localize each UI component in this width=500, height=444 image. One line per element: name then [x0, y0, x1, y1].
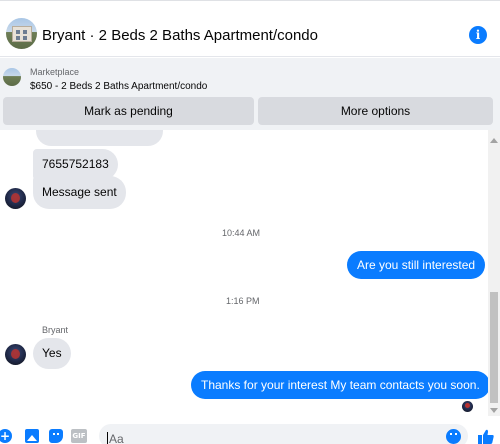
- scroll-up-arrow-icon[interactable]: [490, 138, 498, 143]
- sender-avatar[interactable]: [5, 344, 26, 365]
- message-bubble-outgoing[interactable]: Thanks for your interest My team contact…: [191, 371, 488, 399]
- sticker-icon[interactable]: [49, 429, 63, 443]
- gif-icon[interactable]: GIF: [71, 429, 87, 443]
- emoji-icon[interactable]: [446, 429, 461, 444]
- marketplace-label: Marketplace: [30, 67, 80, 77]
- scroll-down-arrow-icon[interactable]: [490, 408, 498, 413]
- marketplace-panel: Marketplace $650 - 2 Beds 2 Baths Apartm…: [0, 58, 500, 130]
- listing-avatar[interactable]: [6, 18, 37, 49]
- listing-thumbnail[interactable]: [3, 68, 21, 86]
- message-list[interactable]: 7655752183 Message sent 10:44 AM Are you…: [0, 130, 488, 416]
- conversation-header: Bryant · 2 Beds 2 Baths Apartment/condo …: [0, 0, 500, 57]
- info-icon[interactable]: i: [469, 26, 487, 44]
- timestamp: 10:44 AM: [222, 228, 261, 238]
- message-bubble-outgoing[interactable]: Are you still interested: [347, 251, 486, 279]
- message-bubble[interactable]: Yes: [33, 338, 71, 369]
- plus-icon[interactable]: +: [0, 429, 12, 443]
- image-icon[interactable]: [25, 429, 39, 443]
- mark-as-pending-button[interactable]: Mark as pending: [3, 97, 254, 125]
- message-bubble-clipped: [36, 130, 163, 146]
- scrollbar-thumb[interactable]: [490, 292, 498, 403]
- message-bubble[interactable]: Message sent: [33, 176, 126, 209]
- conversation-title[interactable]: Bryant · 2 Beds 2 Baths Apartment/condo: [42, 27, 318, 44]
- message-input-placeholder: Aa: [107, 432, 124, 444]
- more-options-button[interactable]: More options: [258, 97, 493, 125]
- sender-name: Bryant: [42, 325, 69, 335]
- seen-indicator-avatar: [462, 401, 473, 412]
- like-icon[interactable]: [478, 429, 494, 444]
- sender-avatar[interactable]: [5, 188, 26, 209]
- listing-summary[interactable]: $650 - 2 Beds 2 Baths Apartment/condo: [30, 81, 207, 92]
- message-input[interactable]: Aa: [99, 424, 468, 444]
- scrollbar[interactable]: [488, 130, 500, 416]
- timestamp: 1:16 PM: [226, 296, 260, 306]
